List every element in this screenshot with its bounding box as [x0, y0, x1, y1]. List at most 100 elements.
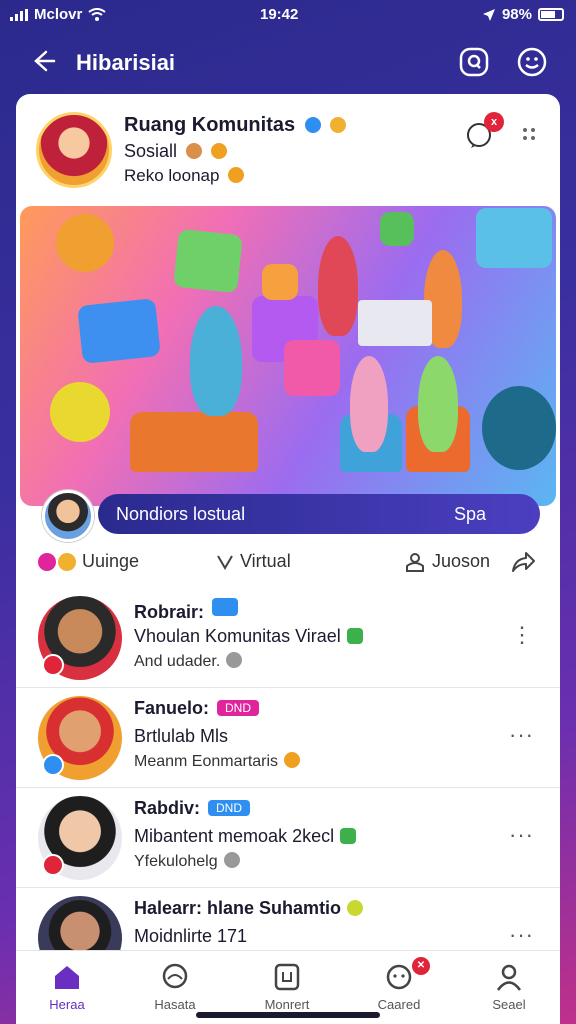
status-left: Mclovr	[10, 6, 106, 23]
community-meta-text: Reko loonap	[124, 166, 220, 185]
floating-tile	[56, 214, 114, 272]
top-bar: Hibarisiai	[0, 38, 576, 86]
share-icon[interactable]	[510, 550, 536, 574]
verified-icon	[347, 900, 364, 916]
post-meta: Meanm Eonmartaris	[134, 752, 301, 771]
child-figure	[318, 236, 358, 336]
group-icon	[340, 828, 357, 844]
post-meta: Yfekulohelg	[134, 852, 240, 871]
floating-tile	[262, 264, 298, 300]
community-avatar[interactable]	[36, 112, 112, 188]
child-figure	[418, 356, 458, 452]
post-author: Rabdiv: DND	[134, 798, 251, 819]
hero-banner[interactable]	[20, 206, 556, 506]
post-meta-text: Yfekulohelg	[134, 853, 218, 870]
floating-tile	[173, 228, 243, 294]
tab-chat[interactable]: Hasata	[130, 963, 220, 1012]
status-right: 98%	[482, 6, 564, 23]
info-icon	[223, 852, 240, 868]
live-banner[interactable]: Nondiors lostual Spa	[98, 494, 540, 534]
community-subtitle: Sosiall	[124, 141, 228, 162]
list-item[interactable]: Rabdiv: DND Mibantent memoak 2kecl Yfekul…	[16, 788, 560, 888]
back-arrow-icon[interactable]	[28, 46, 58, 76]
smiley-icon[interactable]	[516, 46, 548, 78]
wifi-icon	[88, 7, 106, 21]
tab-notifications-label: Caared	[377, 997, 421, 1012]
couch-graphic	[130, 412, 258, 472]
more-icon[interactable]: ···	[509, 722, 534, 748]
floating-tile	[50, 382, 110, 442]
home-indicator	[196, 1012, 380, 1018]
tab-moment-label: Monrert	[264, 997, 310, 1012]
list-item[interactable]: Robrair: Vhoulan Komunitas Virael And ud…	[16, 588, 560, 688]
community-subtitle-text: Sosiall	[124, 141, 178, 161]
action-join[interactable]: Juoson	[404, 551, 490, 572]
tab-profile-label: Seael	[492, 997, 526, 1012]
post-meta-text: And udader.	[134, 653, 221, 670]
heart-icon	[284, 752, 301, 768]
child-figure	[350, 356, 388, 452]
floating-tile	[476, 208, 552, 268]
status-dot	[42, 654, 64, 676]
sticker-icon	[330, 117, 347, 133]
tab-notifications[interactable]: Caared ✕	[354, 957, 444, 1012]
action-reactions[interactable]: Uuinge	[38, 551, 139, 572]
action-virtual[interactable]: Virtual	[216, 551, 291, 572]
square-icon	[274, 963, 300, 991]
tab-home[interactable]: Heraa	[22, 963, 112, 1012]
battery-percent: 98%	[501, 6, 532, 23]
live-banner-title: Nondiors lostual	[116, 504, 246, 524]
notification-icon	[386, 964, 412, 990]
tag-badge	[212, 598, 239, 616]
more-icon[interactable]: ⋮	[511, 622, 534, 648]
tag-badge: DND	[208, 800, 251, 816]
status-dot	[42, 854, 64, 876]
post-title: Brtlulab Mls	[134, 726, 229, 746]
action-join-label: Juoson	[432, 551, 491, 571]
post-author-text: Halearr: hlane Suhamtio	[134, 898, 342, 918]
more-icon[interactable]: ···	[509, 822, 534, 848]
floating-tile	[380, 212, 414, 246]
list-item[interactable]: Fanuelo: DND Brtlulab Mls Meanm Eonmartar…	[16, 688, 560, 788]
post-author-text: Rabdiv:	[134, 798, 201, 818]
post-author: Robrair:	[134, 598, 239, 623]
tab-home-label: Heraa	[49, 997, 85, 1012]
reaction-icon	[38, 552, 56, 571]
tab-profile[interactable]: Seael	[464, 963, 554, 1012]
tab-moment[interactable]: Monrert	[242, 963, 332, 1012]
emoji-icon	[186, 143, 203, 159]
status-bar: Mclovr 19:42 98%	[0, 0, 576, 30]
post-title: Vhoulan Komunitas Virael	[134, 626, 363, 647]
chevron-down-icon	[217, 554, 233, 570]
action-virtual-label: Virtual	[240, 551, 291, 571]
community-card: Ruang Komunitas Sosiall Reko loonap x No…	[16, 94, 560, 1024]
tag-badge: DND	[217, 700, 259, 716]
battery-icon	[538, 8, 564, 21]
page-title: Hibarisiai	[76, 50, 176, 75]
heart-icon	[211, 143, 228, 159]
carrier-label: Mclovr	[34, 6, 83, 23]
user-icon	[406, 552, 424, 572]
host-avatar[interactable]	[42, 490, 94, 542]
floating-tile	[77, 298, 161, 364]
grid-menu-icon[interactable]	[520, 124, 540, 144]
community-name-text: Ruang Komunitas	[124, 114, 296, 136]
chat-badge: x	[484, 112, 504, 132]
decor-globe	[482, 386, 556, 470]
more-icon[interactable]: ···	[509, 922, 534, 948]
post-title: Mibantent memoak 2kecl	[134, 826, 357, 847]
search-icon[interactable]	[458, 46, 490, 78]
post-author: Halearr: hlane Suhamtio	[134, 898, 364, 919]
group-icon	[346, 628, 363, 644]
action-reactions-label: Uuinge	[82, 551, 140, 571]
post-title: Moidnlirte 171	[134, 926, 248, 946]
post-meta: And udader.	[134, 652, 243, 671]
chat-bubble-icon	[162, 963, 188, 989]
community-header: Ruang Komunitas Sosiall Reko loonap x	[16, 94, 560, 204]
community-meta: Reko loonap	[124, 166, 245, 186]
status-time: 19:42	[260, 6, 299, 23]
heart-icon	[228, 167, 245, 183]
floating-tile	[284, 340, 340, 396]
tab-chat-label: Hasata	[154, 997, 196, 1012]
action-row: Uuinge Virtual Juoson	[16, 544, 560, 580]
